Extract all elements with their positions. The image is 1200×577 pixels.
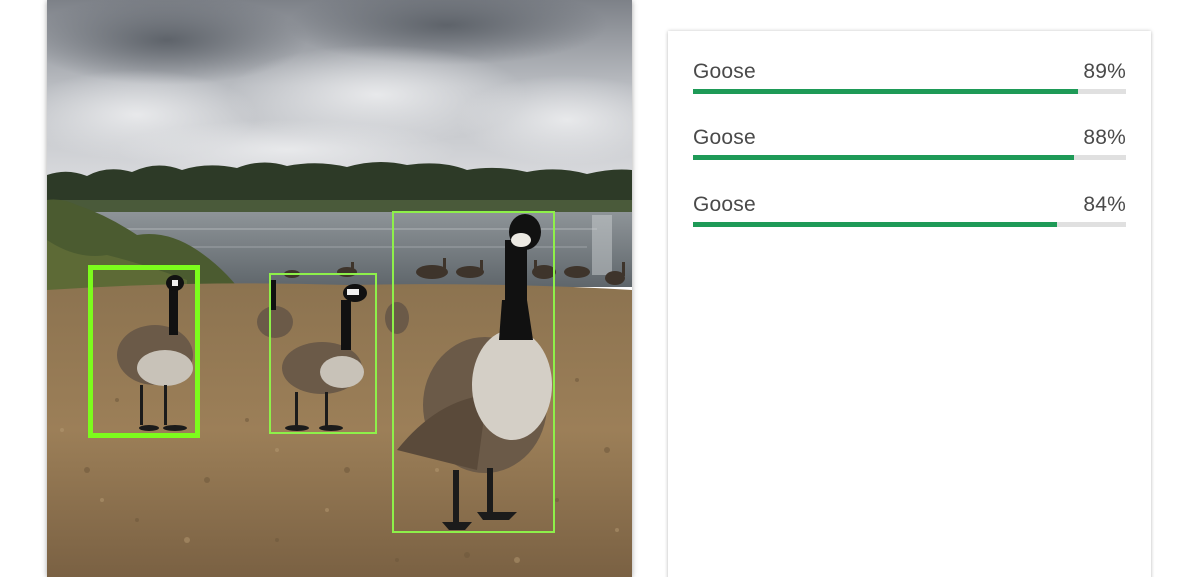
result-confidence: 88% — [1083, 126, 1126, 149]
page: Goose 89% Goose 88% Goose 84% — [0, 0, 1200, 577]
detection-box-2[interactable] — [269, 273, 377, 434]
analyzed-photo — [47, 0, 632, 577]
result-label: Goose — [693, 126, 756, 149]
detection-box-3[interactable] — [392, 211, 555, 533]
detection-box-1[interactable] — [88, 265, 200, 438]
result-label: Goose — [693, 60, 756, 83]
confidence-bar-fill — [693, 222, 1057, 227]
result-row-1[interactable]: Goose 89% — [693, 58, 1126, 98]
result-label: Goose — [693, 193, 756, 216]
confidence-bar — [693, 89, 1126, 94]
confidence-bar — [693, 222, 1126, 227]
result-confidence: 89% — [1083, 60, 1126, 83]
confidence-bar-fill — [693, 89, 1079, 94]
confidence-bar-fill — [693, 155, 1075, 160]
result-row-2[interactable]: Goose 88% — [693, 124, 1126, 164]
confidence-bar — [693, 155, 1126, 160]
detection-results-panel: Goose 89% Goose 88% Goose 84% — [668, 31, 1151, 577]
result-row-3[interactable]: Goose 84% — [693, 191, 1126, 231]
result-confidence: 84% — [1083, 193, 1126, 216]
